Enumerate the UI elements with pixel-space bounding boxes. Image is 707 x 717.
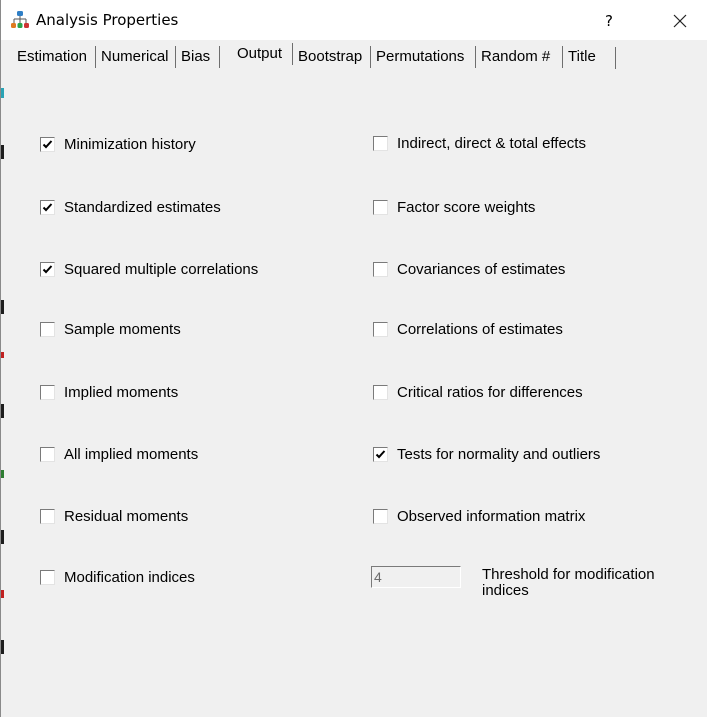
checkbox[interactable] (373, 322, 388, 337)
window-title: Analysis Properties (36, 11, 179, 29)
close-button[interactable] (661, 8, 699, 34)
close-icon (673, 14, 687, 28)
analysis-properties-dialog: Analysis Properties ? Estimation Numeric… (0, 0, 707, 717)
tab-permutations[interactable]: Permutations (372, 46, 476, 68)
tab-numerical[interactable]: Numerical (97, 46, 176, 68)
tab-bias[interactable]: Bias (177, 46, 220, 68)
option-label: Standardized estimates (64, 199, 221, 216)
checkbox[interactable] (40, 385, 55, 400)
threshold-label-line1: Threshold for modification (482, 566, 655, 583)
checkmark-icon (375, 450, 386, 459)
title-bar: Analysis Properties ? (1, 0, 707, 40)
option-label: Covariances of estimates (397, 261, 566, 278)
checkbox[interactable] (40, 322, 55, 337)
checkbox[interactable] (40, 509, 55, 524)
option-label: Observed information matrix (397, 508, 586, 525)
checkbox[interactable] (373, 385, 388, 400)
threshold-label: Threshold for modification indices (482, 567, 682, 599)
checkbox[interactable] (373, 447, 388, 462)
option-label: Implied moments (64, 384, 179, 401)
checkbox[interactable] (373, 262, 388, 277)
option-label: Residual moments (64, 508, 189, 525)
threshold-input[interactable] (371, 566, 461, 588)
help-button[interactable]: ? (597, 8, 621, 34)
tab-strip: Estimation Numerical Bias Output Bootstr… (1, 40, 707, 70)
tab-random[interactable]: Random # (477, 46, 563, 68)
option-label: Factor score weights (397, 199, 536, 216)
option-label: Sample moments (64, 321, 181, 338)
tab-output[interactable]: Output (233, 43, 293, 65)
option-label: Minimization history (64, 136, 196, 153)
option-label: Modification indices (64, 569, 195, 586)
tab-title[interactable]: Title (564, 46, 609, 68)
checkbox[interactable] (40, 137, 55, 152)
checkbox[interactable] (373, 200, 388, 215)
option-label: Tests for normality and outliers (397, 446, 601, 463)
checkmark-icon (42, 140, 53, 149)
checkbox[interactable] (40, 200, 55, 215)
network-diagram-icon (10, 10, 30, 30)
checkbox[interactable] (373, 509, 388, 524)
option-label: All implied moments (64, 446, 199, 463)
option-label: Squared multiple correlations (64, 261, 259, 278)
threshold-label-line2: indices (482, 582, 529, 599)
option-label: Indirect, direct & total effects (397, 135, 586, 152)
checkbox[interactable] (373, 136, 388, 151)
checkmark-icon (42, 203, 53, 212)
option-label: Correlations of estimates (397, 321, 563, 338)
checkmark-icon (42, 265, 53, 274)
checkbox[interactable] (40, 447, 55, 462)
tab-estimation[interactable]: Estimation (13, 46, 96, 68)
tab-bootstrap[interactable]: Bootstrap (294, 46, 371, 68)
option-label: Critical ratios for differences (397, 384, 583, 401)
checkbox[interactable] (40, 262, 55, 277)
checkbox[interactable] (40, 570, 55, 585)
tab-strip-end (615, 47, 616, 69)
